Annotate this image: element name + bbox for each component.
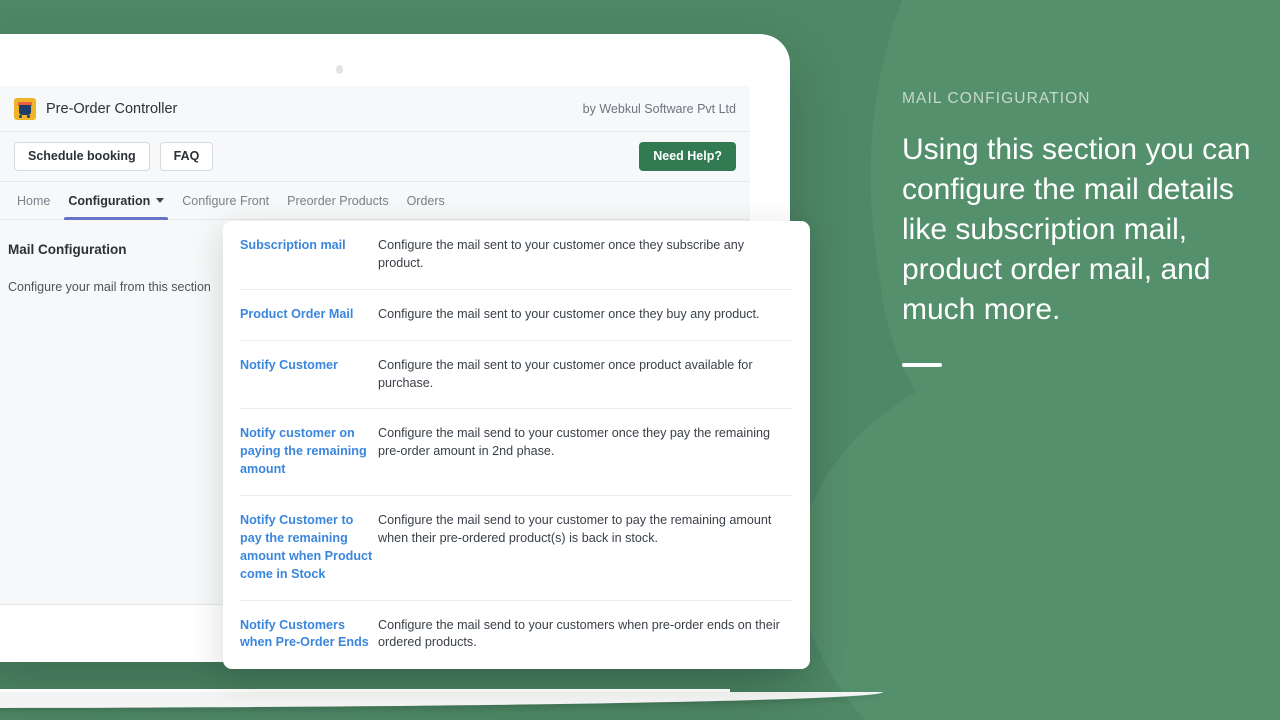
vendor-credit: by Webkul Software Pvt Ltd <box>582 101 736 116</box>
mail-row[interactable]: Notify Customers when Pre-Order Ends Con… <box>240 601 793 669</box>
mail-row-link[interactable]: Notify Customer to pay the remaining amo… <box>240 512 378 584</box>
mail-row[interactable]: Notify customer on paying the remaining … <box>240 409 793 496</box>
nav-item-label: Configuration <box>68 193 151 208</box>
mail-row-link[interactable]: Notify Customers when Pre-Order Ends <box>240 617 378 653</box>
nav-item-label: Configure Front <box>182 193 270 208</box>
app-action-bar: Schedule booking FAQ Need Help? <box>0 132 750 182</box>
section-intro: Mail Configuration Configure your mail f… <box>8 242 218 297</box>
mail-row-link[interactable]: Product Order Mail <box>240 306 378 324</box>
need-help-button[interactable]: Need Help? <box>639 142 736 171</box>
mail-row-link[interactable]: Subscription mail <box>240 237 378 255</box>
mail-row-description: Configure the mail sent to your customer… <box>378 357 753 390</box>
mail-row[interactable]: Subscription mail Configure the mail sen… <box>240 221 793 290</box>
page-title: Mail Configuration <box>8 242 127 257</box>
nav-item-orders[interactable]: Orders <box>398 182 454 219</box>
background-blob-right <box>1140 430 1280 720</box>
mail-row[interactable]: Notify Customer Configure the mail sent … <box>240 341 793 410</box>
nav-item-label: Home <box>17 193 51 208</box>
mail-row-description: Configure the mail sent to your customer… <box>378 238 745 270</box>
webcam-dot-icon <box>336 65 343 74</box>
mail-row[interactable]: Notify Customer to pay the remaining amo… <box>240 496 793 601</box>
mail-row[interactable]: Product Order Mail Configure the mail se… <box>240 290 793 341</box>
nav-item-preorder-products[interactable]: Preorder Products <box>278 182 397 219</box>
mail-configuration-card: Subscription mail Configure the mail sen… <box>223 221 810 669</box>
app-topbar: Pre-Order Controller by Webkul Software … <box>0 86 750 132</box>
schedule-booking-button[interactable]: Schedule booking <box>14 142 150 171</box>
primary-navigation: Home Configuration Configure Front Preor… <box>0 182 750 220</box>
promo-eyebrow: MAIL CONFIGURATION <box>902 90 1091 107</box>
nav-item-configuration[interactable]: Configuration <box>59 182 173 220</box>
background-blob-bottom <box>800 330 1280 720</box>
mail-row-link[interactable]: Notify customer on paying the remaining … <box>240 425 378 479</box>
mail-row-description: Configure the mail send to your customer… <box>378 513 772 545</box>
promo-headline: Using this section you can configure the… <box>902 133 1251 326</box>
laptop-base <box>0 692 883 708</box>
mail-row-link[interactable]: Notify Customer <box>240 357 378 375</box>
nav-item-label: Preorder Products <box>287 193 389 208</box>
brand: Pre-Order Controller <box>14 97 178 120</box>
nav-item-label: Orders <box>406 193 445 208</box>
promo-panel: MAIL CONFIGURATION Using this section yo… <box>902 90 1262 368</box>
chevron-down-icon <box>156 198 165 203</box>
screenshot-root: Pre-Order Controller by Webkul Software … <box>0 0 1280 720</box>
page-subtitle: Configure your mail from this section <box>8 280 211 294</box>
mail-row-description: Configure the mail sent to your customer… <box>378 306 760 321</box>
faq-button[interactable]: FAQ <box>159 142 214 171</box>
brand-name: Pre-Order Controller <box>46 100 178 117</box>
mail-row-description: Configure the mail send to your customer… <box>378 617 780 650</box>
promo-underline-rule <box>902 363 942 368</box>
nav-item-configure-front[interactable]: Configure Front <box>173 182 278 219</box>
nav-item-home[interactable]: Home <box>8 182 59 219</box>
shopping-cart-icon <box>14 97 36 120</box>
mail-row-description: Configure the mail send to your customer… <box>378 426 771 459</box>
